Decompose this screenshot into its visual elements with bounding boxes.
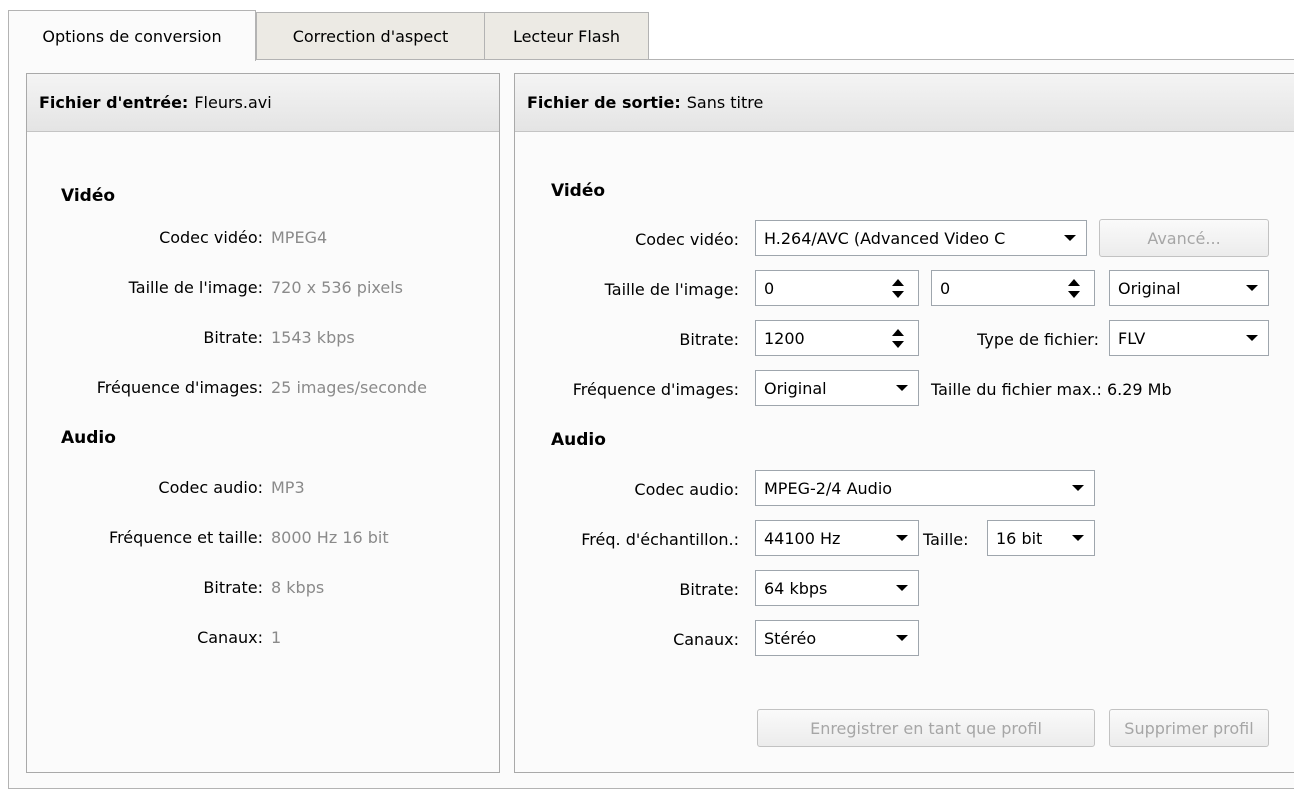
output-width-spinbox[interactable]: 0 — [755, 270, 919, 306]
tab-conversion-options[interactable]: Options de conversion — [8, 10, 256, 61]
input-framerate-label: Fréquence d'images: — [96, 378, 263, 397]
chevron-down-icon — [1246, 335, 1258, 341]
output-samplerate-select[interactable]: 44100 Hz — [755, 520, 919, 556]
output-samplesize-select[interactable]: 16 bit — [987, 520, 1095, 556]
output-audio-codec-label: Codec audio: — [634, 480, 739, 499]
tab-flash-player[interactable]: Lecteur Flash — [484, 12, 649, 60]
output-bitrate-label: Bitrate: — [679, 330, 739, 349]
chevron-down-icon — [1072, 535, 1084, 541]
input-audio-bitrate-label: Bitrate: — [203, 578, 263, 597]
input-file-panel: Fichier d'entrée: Fleurs.avi Vidéo Codec… — [26, 73, 500, 773]
input-video-codec-label: Codec vidéo: — [159, 228, 263, 247]
input-framerate-value: 25 images/seconde — [271, 378, 427, 397]
save-profile-button[interactable]: Enregistrer en tant que profil — [757, 709, 1095, 747]
input-audio-section: Audio — [61, 428, 116, 448]
input-audio-bitrate-value: 8 kbps — [271, 578, 325, 597]
output-file-header: Fichier de sortie: Sans titre — [515, 74, 1294, 132]
input-image-size-value: 720 x 536 pixels — [271, 278, 404, 297]
output-framerate-select[interactable]: Original — [755, 370, 919, 406]
input-image-size-label: Taille de l'image: — [128, 278, 263, 297]
output-height-spinbox[interactable]: 0 — [931, 270, 1095, 306]
chevron-down-icon — [1246, 285, 1258, 291]
input-file-label: Fichier d'entrée: — [39, 93, 189, 112]
output-framerate-label: Fréquence d'images: — [572, 380, 739, 399]
input-channels-label: Canaux: — [197, 628, 263, 647]
output-file-name: Sans titre — [686, 93, 764, 112]
spinner-arrows-icon[interactable] — [892, 328, 904, 348]
chevron-down-icon — [896, 535, 908, 541]
output-samplesize-label: Taille: — [923, 530, 969, 549]
output-audio-bitrate-label: Bitrate: — [679, 580, 739, 599]
output-image-size-label: Taille de l'image: — [604, 280, 739, 299]
output-video-codec-select[interactable]: H.264/AVC (Advanced Video C — [755, 220, 1087, 256]
input-file-header: Fichier d'entrée: Fleurs.avi — [27, 74, 499, 132]
output-video-codec-label: Codec vidéo: — [635, 230, 739, 249]
max-file-size-text: Taille du fichier max.: 6.29 Mb — [931, 380, 1172, 399]
output-file-label: Fichier de sortie: — [527, 93, 681, 112]
output-filetype-select[interactable]: FLV — [1109, 320, 1269, 356]
chevron-down-icon — [1064, 235, 1076, 241]
input-bitrate-label: Bitrate: — [203, 328, 263, 347]
output-audio-bitrate-select[interactable]: 64 kbps — [755, 570, 919, 606]
output-size-preset-select[interactable]: Original — [1109, 270, 1269, 306]
input-video-codec-value: MPEG4 — [271, 228, 328, 247]
output-filetype-label: Type de fichier: — [977, 330, 1099, 349]
input-audio-format-label: Fréquence et taille: — [109, 528, 263, 547]
output-audio-codec-select[interactable]: MPEG-2/4 Audio — [755, 470, 1095, 506]
input-file-name: Fleurs.avi — [194, 93, 272, 112]
output-file-panel: Fichier de sortie: Sans titre Vidéo Code… — [514, 73, 1294, 773]
output-audio-section: Audio — [551, 430, 606, 450]
input-audio-codec-label: Codec audio: — [158, 478, 263, 497]
input-audio-format-value: 8000 Hz 16 bit — [271, 528, 389, 547]
advanced-button[interactable]: Avancé... — [1099, 219, 1269, 257]
chevron-down-icon — [896, 635, 908, 641]
delete-profile-button[interactable]: Supprimer profil — [1109, 709, 1269, 747]
input-bitrate-value: 1543 kbps — [271, 328, 355, 347]
input-video-section: Vidéo — [61, 186, 116, 206]
output-channels-select[interactable]: Stéréo — [755, 620, 919, 656]
output-channels-label: Canaux: — [673, 630, 739, 649]
spinner-arrows-icon[interactable] — [892, 278, 904, 298]
output-video-section: Vidéo — [551, 181, 606, 201]
output-samplerate-label: Fréq. d'échantillon.: — [581, 530, 739, 549]
chevron-down-icon — [1072, 485, 1084, 491]
spinner-arrows-icon[interactable] — [1068, 278, 1080, 298]
chevron-down-icon — [896, 385, 908, 391]
input-channels-value: 1 — [271, 628, 282, 647]
tab-aspect-correction[interactable]: Correction d'aspect — [256, 12, 485, 60]
output-bitrate-spinbox[interactable]: 1200 — [755, 320, 919, 356]
chevron-down-icon — [896, 585, 908, 591]
input-audio-codec-value: MP3 — [271, 478, 305, 497]
